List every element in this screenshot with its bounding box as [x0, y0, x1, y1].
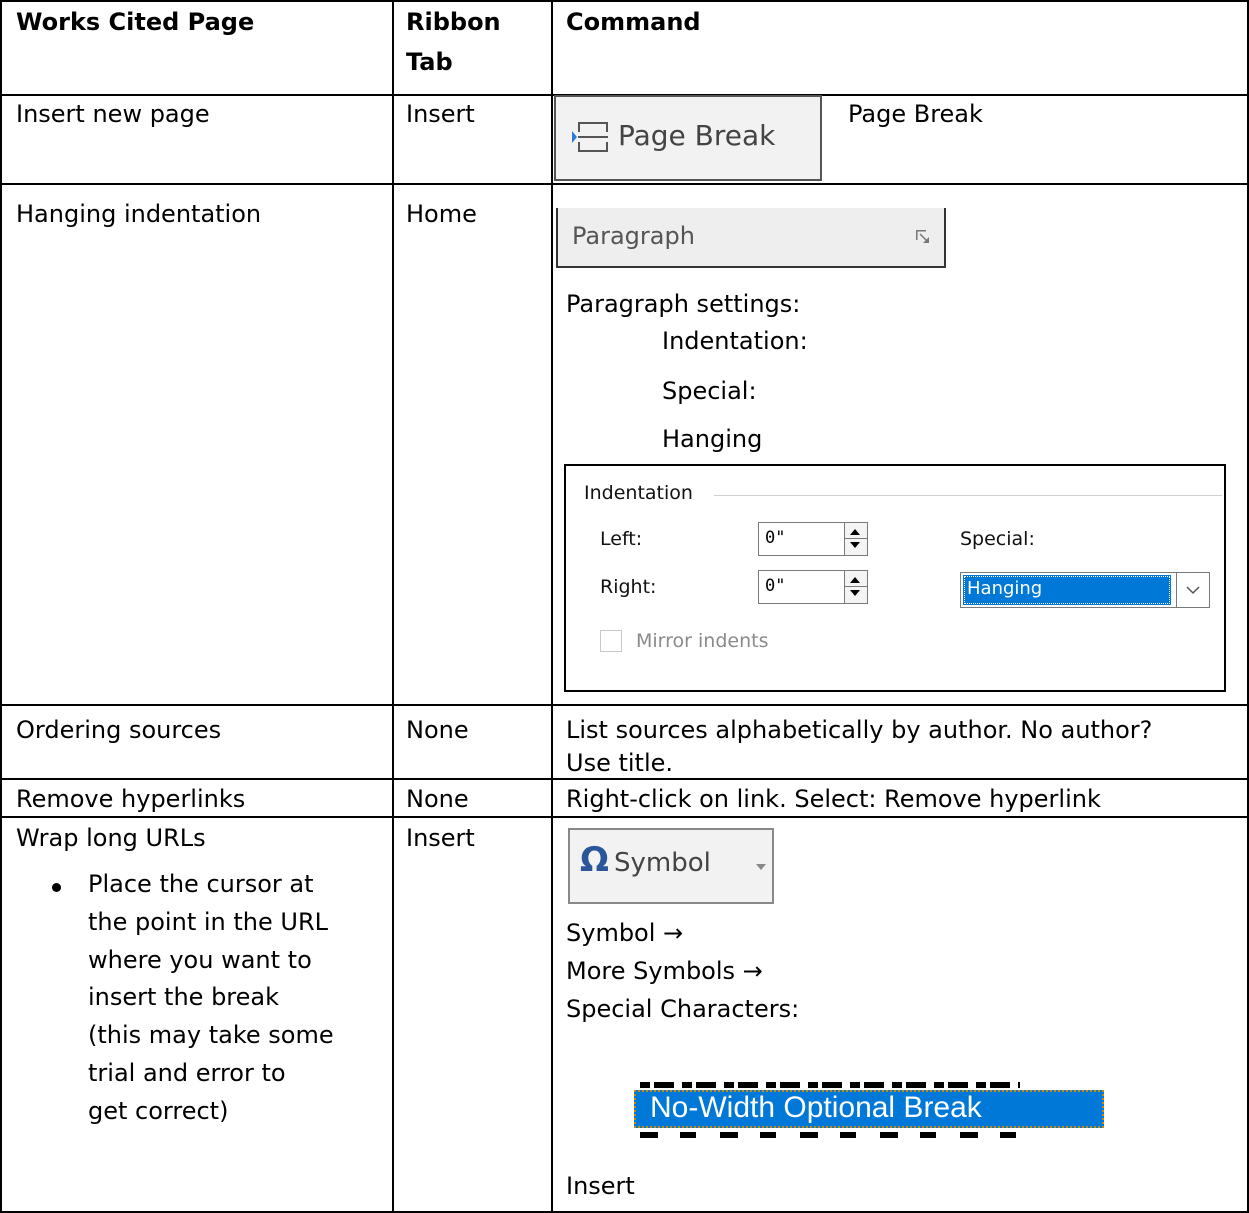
chevron-down-icon	[1186, 586, 1200, 595]
right-indent-value: 0"	[765, 576, 786, 596]
header-ribbon-tab-line1: Ribbon	[406, 8, 501, 36]
special-dropdown[interactable]: Hanging	[960, 572, 1210, 608]
left-label: Left:	[600, 528, 643, 550]
wrap-step-line: (this may take some	[88, 1021, 334, 1049]
group-divider	[714, 495, 1222, 496]
symbol-step: Symbol →	[566, 919, 684, 947]
no-width-optional-break-item[interactable]: No-Width Optional Break	[634, 1090, 1104, 1128]
right-indent-spinner[interactable]: 0"	[758, 570, 868, 604]
dialog-launcher-icon	[916, 230, 929, 243]
wrap-step-line: insert the break	[88, 983, 280, 1011]
page-break-button[interactable]: Page Break	[554, 95, 822, 181]
remove-hyperlink-instruction: Right-click on link. Select: Remove hype…	[566, 785, 1101, 813]
tab-none: None	[406, 716, 469, 744]
special-characters-list: No-Width Optional Break	[634, 1082, 1104, 1138]
paragraph-group-label: Paragraph	[572, 222, 695, 250]
omega-icon: Ω	[580, 840, 609, 880]
tab-none: None	[406, 785, 469, 813]
table-rule	[0, 0, 2, 1213]
header-task: Works Cited Page	[16, 8, 255, 36]
dropdown-caret-icon	[756, 864, 766, 870]
indentation-step: Indentation:	[662, 327, 808, 355]
dropdown-chevron[interactable]	[1176, 573, 1209, 607]
special-label: Special:	[960, 528, 1035, 550]
mirror-indents-checkbox[interactable]	[600, 630, 622, 652]
wrap-step-line: get correct)	[88, 1097, 229, 1125]
no-width-optional-break-label: No-Width Optional Break	[650, 1091, 982, 1124]
cropped-list-item	[640, 1082, 1020, 1088]
task-ordering-sources: Ordering sources	[16, 716, 222, 744]
header-ribbon-tab-line2: Tab	[406, 48, 453, 76]
command-page-break: Page Break	[848, 100, 983, 128]
ordering-instruction-line1: List sources alphabetically by author. N…	[566, 716, 1153, 744]
spinner-arrows-icon[interactable]	[844, 523, 867, 555]
table-rule	[551, 0, 553, 1213]
page-break-button-label: Page Break	[618, 119, 776, 152]
paragraph-group-launcher[interactable]: Paragraph	[556, 208, 946, 268]
special-step: Special:	[662, 377, 757, 405]
left-indent-spinner[interactable]: 0"	[758, 522, 868, 556]
symbol-button[interactable]: Ω Symbol	[568, 828, 774, 904]
tab-home: Home	[406, 200, 477, 228]
table-rule	[0, 704, 1249, 706]
wrap-step-line: where you want to	[88, 946, 312, 974]
special-characters-step: Special Characters:	[566, 995, 800, 1023]
page-break-icon	[572, 122, 608, 152]
wrap-step-line: trial and error to	[88, 1059, 286, 1087]
right-label: Right:	[600, 576, 657, 598]
insert-step: Insert	[566, 1172, 635, 1200]
indentation-dialog: Indentation Left: 0" Right: 0" Special: …	[564, 464, 1226, 692]
bullet-icon	[52, 883, 61, 892]
table-rule	[0, 0, 1249, 2]
indentation-group-title: Indentation	[584, 482, 693, 504]
tab-insert: Insert	[406, 824, 475, 852]
wrap-step-line: the point in the URL	[88, 908, 328, 936]
task-remove-hyperlinks: Remove hyperlinks	[16, 785, 246, 813]
paragraph-settings-text: Paragraph settings:	[566, 290, 801, 318]
mirror-indents-label: Mirror indents	[636, 630, 769, 652]
left-indent-value: 0"	[765, 528, 786, 548]
more-symbols-step: More Symbols →	[566, 957, 763, 985]
spinner-arrows-icon[interactable]	[844, 571, 867, 603]
hanging-step: Hanging	[662, 425, 763, 453]
task-insert-new-page: Insert new page	[16, 100, 210, 128]
task-wrap-long-urls: Wrap long URLs	[16, 824, 206, 852]
task-hanging-indentation: Hanging indentation	[16, 200, 262, 228]
table-rule	[392, 0, 394, 1213]
symbol-button-label: Symbol	[614, 848, 711, 878]
cropped-list-item	[640, 1132, 1040, 1138]
special-selected: Hanging	[963, 575, 1171, 605]
table-rule	[0, 183, 1249, 185]
ordering-instruction-line2: Use title.	[566, 749, 674, 777]
wrap-step-line: Place the cursor at	[88, 870, 314, 898]
works-cited-table: Works Cited Page Ribbon Tab Command Inse…	[0, 0, 1249, 1213]
header-command: Command	[566, 8, 701, 36]
tab-insert: Insert	[406, 100, 475, 128]
special-value: Hanging	[967, 578, 1043, 599]
